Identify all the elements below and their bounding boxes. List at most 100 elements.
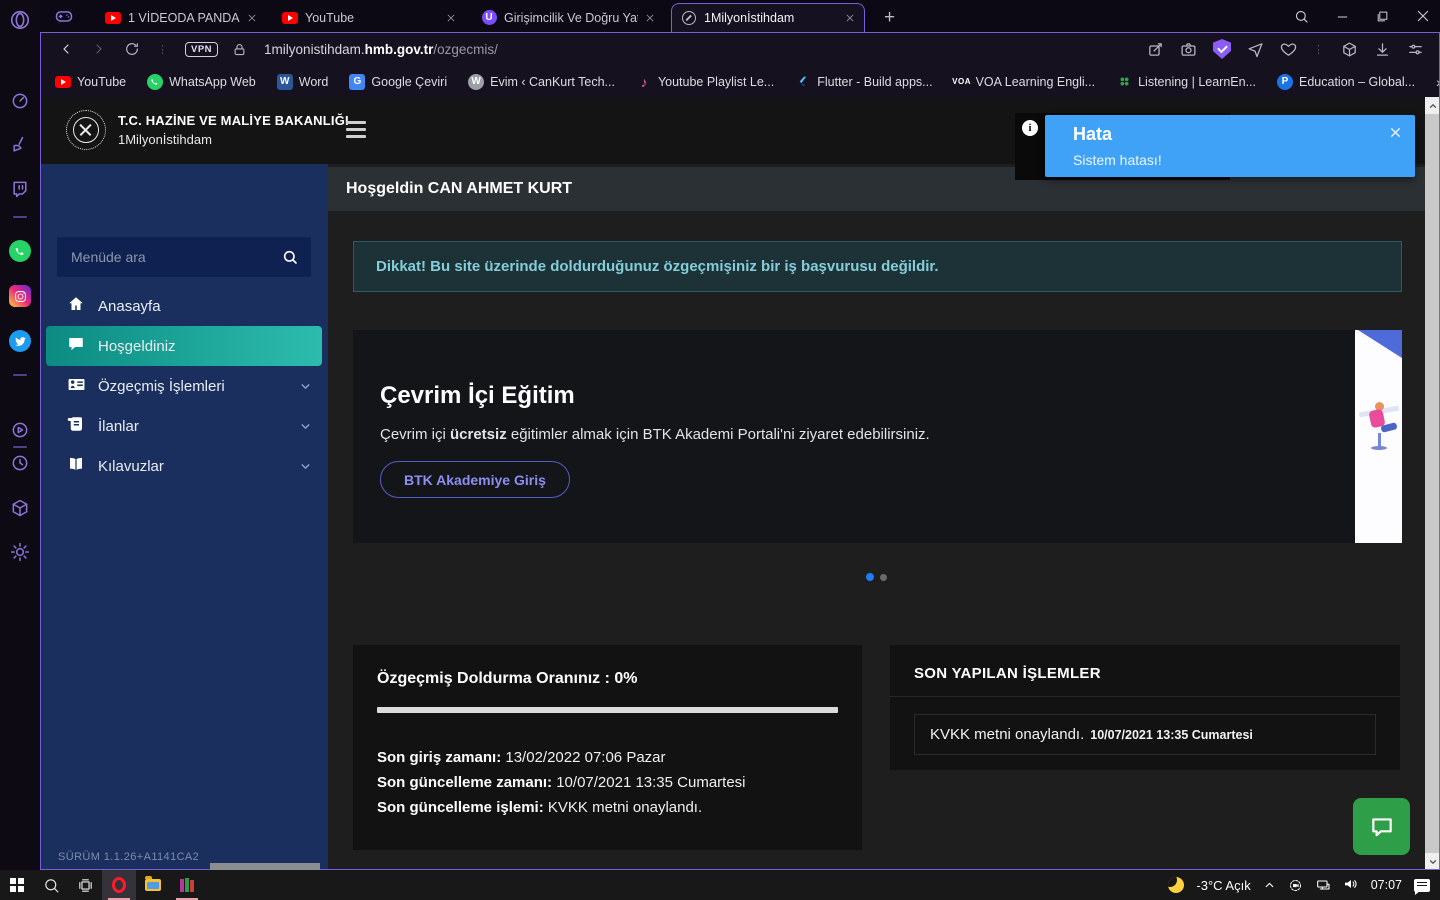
google-translate-icon: G xyxy=(349,73,366,90)
tab-close-icon[interactable] xyxy=(247,13,257,23)
tab-close-icon[interactable] xyxy=(645,13,655,23)
scroll-down-arrow[interactable] xyxy=(1425,853,1440,870)
youtube-favicon-icon xyxy=(105,10,121,26)
snapshot-camera-icon[interactable] xyxy=(1180,41,1197,58)
speed-dial-icon[interactable] xyxy=(8,89,32,113)
edit-bookmark-icon[interactable] xyxy=(1147,41,1164,58)
divider xyxy=(13,446,27,448)
tab-udemy[interactable]: U Girişimcilik Ve Doğru Yatırım xyxy=(472,3,664,32)
reload-button[interactable] xyxy=(124,41,140,57)
twitter-icon[interactable] xyxy=(8,329,32,353)
carousel-dot-active[interactable] xyxy=(866,573,874,581)
taskbar-search-icon[interactable] xyxy=(34,870,68,900)
recent-operations-card: SON YAPILAN İŞLEMLER KVKK metni onayland… xyxy=(890,645,1400,770)
settings-gear-icon[interactable] xyxy=(8,540,32,564)
taskbar-winrar-icon[interactable] xyxy=(170,870,204,900)
page-scrollbar[interactable] xyxy=(1425,97,1440,870)
tray-chevron-up-icon[interactable] xyxy=(1263,879,1276,892)
bookmark-youtube-playlist[interactable]: ♪ Youtube Playlist Le... xyxy=(636,74,774,90)
bookmark-word[interactable]: W Word xyxy=(276,73,328,90)
carousel-dot[interactable] xyxy=(880,573,887,581)
bookmark-youtube[interactable]: YouTube xyxy=(55,74,126,90)
easy-setup-sliders-icon[interactable] xyxy=(1407,41,1424,58)
sidebar-item-ilanlar[interactable]: İlanlar xyxy=(40,406,328,446)
sidebar-cube-icon[interactable] xyxy=(1341,41,1358,58)
player-icon[interactable] xyxy=(8,418,32,442)
window-maximize-button[interactable] xyxy=(1376,10,1389,23)
tab-1milyonistihdam-active[interactable]: 1Milyonİstihdam xyxy=(671,3,865,32)
scroll-up-arrow[interactable] xyxy=(1425,97,1440,114)
chevron-down-icon xyxy=(299,420,312,433)
new-tab-button[interactable]: + xyxy=(884,7,895,29)
bookmarks-overflow-chevron[interactable]: » xyxy=(1436,74,1440,90)
start-button[interactable] xyxy=(0,870,34,900)
sidebar-item-hosgeldiniz[interactable]: Hoşgeldiniz xyxy=(46,326,322,366)
page-1milyonistihdam: T.C. HAZİNE VE MALİYE BAKANLIĞI 1Milyonİ… xyxy=(40,97,1440,870)
bookmark-learnenglish[interactable]: Listening | LearnEn... xyxy=(1116,74,1256,90)
tab-youtube[interactable]: YouTube xyxy=(273,3,465,32)
lock-icon[interactable] xyxy=(232,42,247,57)
extensions-cube-icon[interactable] xyxy=(8,496,32,520)
cv-card-title: Özgeçmiş Doldurma Oranınız : 0% xyxy=(377,670,638,687)
menu-search-input[interactable] xyxy=(57,249,282,265)
adblock-shield-icon[interactable] xyxy=(1213,39,1231,59)
browser-search-icon[interactable] xyxy=(1294,9,1309,24)
instagram-icon[interactable] xyxy=(8,284,32,308)
cv-progress-bar xyxy=(377,707,838,713)
action-center-icon[interactable] xyxy=(1414,878,1430,895)
clock-time[interactable]: 07:07 xyxy=(1371,878,1402,892)
taskbar-opera-icon[interactable] xyxy=(102,870,136,900)
history-icon[interactable] xyxy=(8,451,32,475)
gx-games-icon[interactable] xyxy=(54,6,74,26)
toast-title: Hata xyxy=(1073,124,1113,144)
weather-moon-icon[interactable] xyxy=(1168,877,1185,893)
cv-card-rows: Son giriş zamanı: 13/02/2022 07:06 Pazar… xyxy=(377,745,838,820)
whatsapp-icon[interactable] xyxy=(8,239,32,263)
sidebar-item-anasayfa[interactable]: Anasayfa xyxy=(40,286,328,326)
menu-search-box[interactable] xyxy=(57,237,311,277)
tab-close-icon[interactable] xyxy=(446,13,456,23)
cv-row: Son güncelleme işlemi: KVKK metni onayla… xyxy=(377,799,703,816)
flow-send-icon[interactable] xyxy=(1247,41,1264,58)
bookmarks-bar: YouTube WhatsApp Web W Word G Google Çevir… xyxy=(40,66,1440,97)
divider xyxy=(13,374,27,376)
bookmark-wordpress-site[interactable]: W Evim ‹ CanKurt Tech... xyxy=(468,73,615,90)
back-button[interactable] xyxy=(58,41,74,57)
forward-button[interactable] xyxy=(91,41,107,57)
task-view-icon[interactable] xyxy=(68,870,102,900)
chat-bubble-icon xyxy=(67,335,85,357)
window-close-button[interactable] xyxy=(1416,9,1430,23)
downloads-icon[interactable] xyxy=(1374,41,1391,58)
sidebar-item-kilavuzlar[interactable]: Kılavuzlar xyxy=(40,446,328,486)
sidebar-toggle-hamburger-icon[interactable] xyxy=(346,117,370,141)
book-icon xyxy=(67,455,85,477)
network-icon[interactable] xyxy=(1315,877,1331,893)
url-text[interactable]: 1milyonistihdam.hmb.gov.tr/ozgecmis/ xyxy=(264,42,498,57)
search-icon[interactable] xyxy=(282,249,298,265)
window-minimize-button[interactable] xyxy=(1336,10,1349,23)
bookmark-heart-icon[interactable] xyxy=(1280,41,1297,58)
bookmark-flutter[interactable]: Flutter - Build apps... xyxy=(795,74,933,90)
bookmark-education[interactable]: P Education – Global... xyxy=(1277,73,1415,90)
volume-icon[interactable] xyxy=(1343,876,1359,895)
sidebar-item-ozgecmis-islemleri[interactable]: Özgeçmiş İşlemleri xyxy=(40,366,328,406)
error-toast[interactable]: Hata Sistem hatası! xyxy=(1045,115,1415,177)
weather-text[interactable]: -3°C Açık xyxy=(1196,878,1250,893)
btk-akademi-button[interactable]: BTK Akademiye Giriş xyxy=(380,461,570,498)
bookmark-google-translate[interactable]: G Google Çeviri xyxy=(349,73,447,90)
tab-title: YouTube xyxy=(305,10,355,25)
horizontal-scrollbar-thumb[interactable] xyxy=(210,863,320,870)
tab-close-icon[interactable] xyxy=(845,13,855,23)
bookmark-whatsapp-web[interactable]: WhatsApp Web xyxy=(147,73,256,90)
taskbar-file-explorer-icon[interactable] xyxy=(136,870,170,900)
meet-now-icon[interactable] xyxy=(1288,878,1303,893)
tab-pandas[interactable]: 1 VİDEODA PANDAS KÜTÜP xyxy=(96,3,266,32)
vpn-badge[interactable]: VPN xyxy=(185,41,219,57)
cleaner-icon[interactable] xyxy=(8,133,32,157)
address-bar: ⋮ VPN 1milyonistihdam.hmb.gov.tr/ozgecmi… xyxy=(40,32,1440,66)
twitch-icon[interactable] xyxy=(8,177,32,201)
toast-close-icon[interactable] xyxy=(1389,126,1402,139)
opera-logo-icon[interactable] xyxy=(8,8,32,32)
live-chat-button[interactable] xyxy=(1353,798,1410,855)
bookmark-voa[interactable]: VOA VOA Learning Engli... xyxy=(952,74,1095,90)
